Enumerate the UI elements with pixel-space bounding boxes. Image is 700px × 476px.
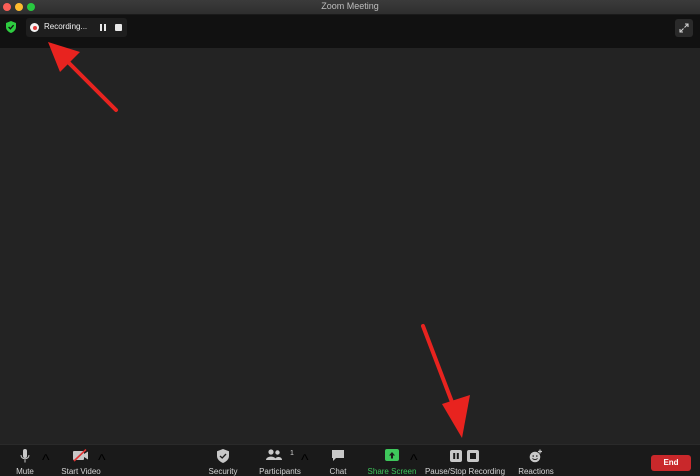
video-options-chevron-up-icon[interactable]: ^ bbox=[98, 452, 106, 470]
reactions-label: Reactions bbox=[518, 467, 554, 476]
end-meeting-button[interactable]: End bbox=[651, 455, 691, 471]
stop-icon[interactable] bbox=[115, 24, 122, 31]
share-screen-icon bbox=[385, 449, 399, 461]
participants-icon bbox=[266, 449, 283, 460]
reactions-icon bbox=[529, 449, 542, 463]
fullscreen-button[interactable] bbox=[675, 19, 693, 37]
participants-count: 1 bbox=[290, 450, 294, 457]
microphone-icon bbox=[20, 449, 30, 463]
security-label: Security bbox=[208, 467, 238, 476]
fullscreen-icon bbox=[679, 23, 689, 33]
recording-indicator: Recording... bbox=[26, 18, 127, 37]
recording-status-label: Recording... bbox=[44, 22, 88, 31]
share-options-chevron-up-icon[interactable]: ^ bbox=[410, 452, 418, 470]
chat-button[interactable]: Chat bbox=[324, 445, 352, 476]
pause-stop-icon-graphic bbox=[450, 450, 479, 462]
chat-icon bbox=[332, 450, 344, 461]
video-area bbox=[0, 48, 700, 444]
title-bar: Zoom Meeting bbox=[0, 0, 700, 15]
mute-options-chevron-up-icon[interactable]: ^ bbox=[42, 452, 50, 470]
security-button[interactable]: Security bbox=[204, 445, 242, 476]
reactions-button[interactable]: Reactions bbox=[516, 445, 556, 476]
mute-button[interactable]: Mute bbox=[8, 445, 42, 476]
meeting-top-bar: Recording... bbox=[0, 15, 700, 48]
chat-label: Chat bbox=[329, 467, 347, 476]
participants-button[interactable]: 1 Participants bbox=[257, 445, 303, 476]
pause-stop-recording-label: Pause/Stop Recording bbox=[424, 467, 506, 476]
shield-check-icon[interactable] bbox=[6, 21, 16, 33]
pause-stop-recording-button[interactable]: Pause/Stop Recording bbox=[424, 445, 506, 476]
participants-options-chevron-up-icon[interactable]: ^ bbox=[301, 452, 309, 470]
record-dot-icon bbox=[30, 23, 39, 32]
participants-label: Participants bbox=[259, 467, 301, 476]
meeting-toolbar: Mute ^ Start Video ^ Security 1 Particip… bbox=[0, 444, 700, 476]
window-title: Zoom Meeting bbox=[321, 1, 379, 11]
pause-icon[interactable] bbox=[99, 24, 107, 32]
mute-label: Mute bbox=[16, 467, 34, 476]
zoom-meeting-window: Zoom Meeting Recording... Mute ^ Start V… bbox=[0, 0, 700, 476]
video-off-icon bbox=[73, 449, 88, 462]
pause-stop-icon bbox=[450, 449, 480, 462]
shield-icon bbox=[217, 449, 229, 463]
